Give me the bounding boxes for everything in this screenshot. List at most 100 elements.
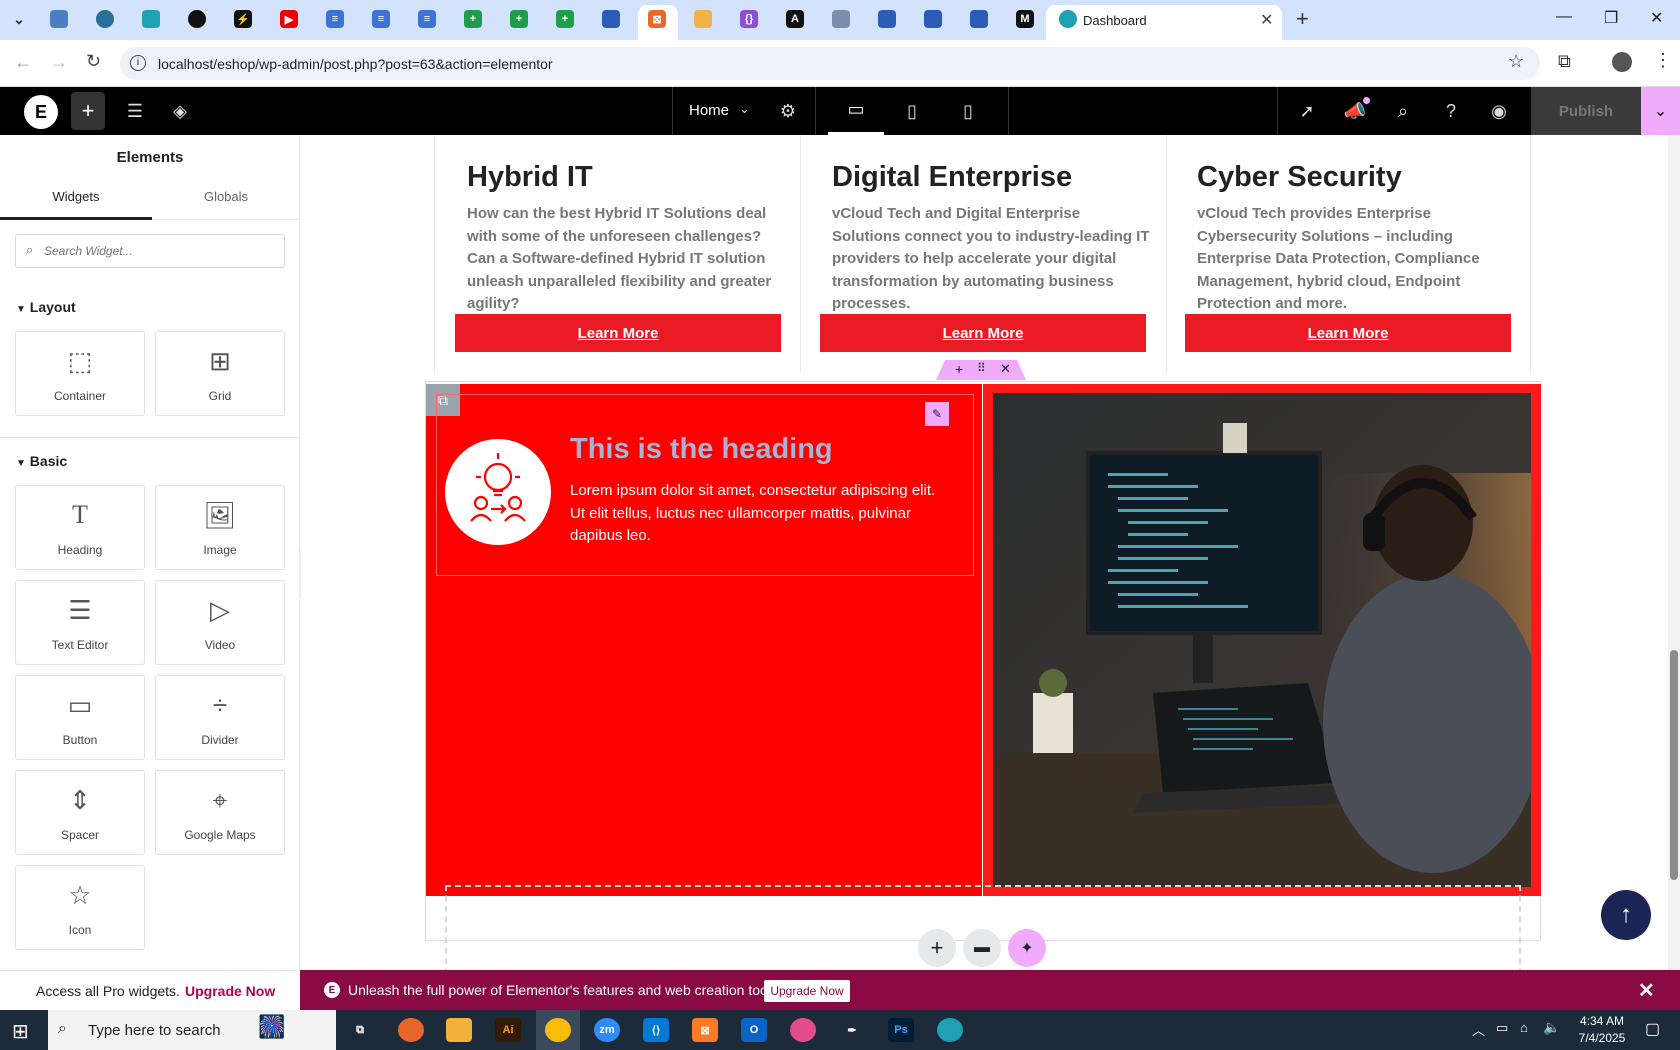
tab-favicon[interactable]: ≡ xyxy=(418,10,436,28)
restore-icon[interactable]: ❐ xyxy=(1604,8,1618,28)
tab-favicon[interactable]: + xyxy=(510,10,528,28)
tab-favicon[interactable]: ▶ xyxy=(280,10,298,28)
basic-section-header[interactable]: ▼ Basic xyxy=(16,453,67,469)
illustrator-icon[interactable]: Ai xyxy=(495,1018,521,1042)
learn-more-button[interactable]: Learn More xyxy=(455,314,781,352)
minimize-icon[interactable]: — xyxy=(1556,8,1572,26)
search-widget-input[interactable] xyxy=(44,241,274,261)
bookmark-star-icon[interactable]: ☆ xyxy=(1508,51,1524,72)
tab-favicon[interactable] xyxy=(142,10,160,28)
notification-center-icon[interactable]: ▢ xyxy=(1645,1019,1660,1039)
tab-favicon[interactable] xyxy=(188,10,206,28)
tab-favicon[interactable]: + xyxy=(464,10,482,28)
container-handle[interactable]: + ⠿ ✕ xyxy=(936,360,1026,380)
learn-more-button[interactable]: Learn More xyxy=(820,314,1146,352)
tab-favicon[interactable]: A xyxy=(786,10,804,28)
canvas-scrollbar-track[interactable] xyxy=(1668,135,1680,970)
widget-container[interactable]: ⬚ Container xyxy=(15,331,145,416)
creative-cloud-icon[interactable] xyxy=(790,1018,816,1042)
help-icon[interactable]: ? xyxy=(1436,87,1466,135)
network-icon[interactable]: ⌂ xyxy=(1520,1020,1528,1035)
extensions-icon[interactable]: ⧉ xyxy=(1558,51,1571,72)
tab-favicon[interactable] xyxy=(694,10,712,28)
publish-options-chevron-icon[interactable]: ⌄ xyxy=(1641,87,1680,135)
structure-layers-icon[interactable]: ◈ xyxy=(165,87,195,135)
dismiss-notice-icon[interactable]: ✕ xyxy=(1638,978,1655,1003)
tab-favicon[interactable] xyxy=(878,10,896,28)
taskbar-search-box[interactable]: ⌕ Type here to search 🎆 xyxy=(48,1010,336,1050)
task-view-icon[interactable]: ⧉ xyxy=(347,1018,373,1042)
add-element-icon[interactable]: + xyxy=(71,92,105,130)
tab-favicon[interactable] xyxy=(96,10,114,28)
chevron-down-icon[interactable]: ⌄ xyxy=(739,101,750,117)
widget-grid[interactable]: ⊞ Grid xyxy=(155,331,285,416)
pen-tool-icon[interactable]: ✒ xyxy=(839,1018,865,1042)
notice-upgrade-button[interactable]: Upgrade Now xyxy=(764,980,850,1002)
learn-more-button[interactable]: Learn More xyxy=(1185,314,1511,352)
forward-icon[interactable]: → xyxy=(50,52,68,73)
fireworks-news-icon[interactable]: 🎆 xyxy=(258,1014,285,1040)
widget-image[interactable]: 🖼 Image xyxy=(155,485,285,570)
tab-widgets[interactable]: Widgets xyxy=(0,189,152,220)
tab-favicon[interactable]: M xyxy=(1016,10,1034,28)
widget-icon[interactable]: ☆ Icon xyxy=(15,865,145,950)
tab-favicon[interactable]: + xyxy=(556,10,574,28)
layout-section-header[interactable]: ▼ Layout xyxy=(16,299,76,315)
firefox-icon[interactable] xyxy=(398,1018,424,1042)
photoshop-icon[interactable]: Ps xyxy=(888,1018,914,1042)
zoom-icon[interactable]: zm xyxy=(594,1018,620,1042)
developer-photo[interactable] xyxy=(993,393,1531,887)
file-explorer-icon[interactable] xyxy=(446,1018,472,1042)
tab-favicon[interactable]: ⚡ xyxy=(234,10,252,28)
template-library-folder-icon[interactable]: ▬ xyxy=(963,929,1001,967)
widget-divider[interactable]: ÷ Divider xyxy=(155,675,285,760)
back-icon[interactable]: ← xyxy=(14,52,32,73)
search-widget-field[interactable]: ⌕ xyxy=(15,234,285,268)
elementor-logo-icon[interactable]: E xyxy=(24,95,58,129)
tablet-view-icon[interactable]: ▯ xyxy=(884,87,940,135)
window-close-icon[interactable]: ✕ xyxy=(1650,8,1663,28)
volume-icon[interactable]: 🔈 xyxy=(1543,1019,1560,1036)
search-icon[interactable]: ⌕ xyxy=(1388,87,1418,135)
canvas-scrollbar-thumb[interactable] xyxy=(1670,650,1678,880)
settings-sliders-icon[interactable]: ☰ xyxy=(120,87,150,135)
tab-favicon[interactable] xyxy=(50,10,68,28)
add-container-icon[interactable]: + xyxy=(955,361,963,377)
vscode-icon[interactable]: ⟨⟩ xyxy=(643,1018,669,1042)
drag-handle-icon[interactable]: ⠿ xyxy=(977,361,986,375)
clock-date[interactable]: 7/4/2025 xyxy=(1572,1031,1632,1045)
widget-google-maps[interactable]: ⌖ Google Maps xyxy=(155,770,285,855)
widget-text-editor[interactable]: ☰ Text Editor xyxy=(15,580,145,665)
desktop-view-icon[interactable]: ▭ xyxy=(828,87,884,135)
tab-favicon[interactable] xyxy=(832,10,850,28)
scroll-to-top-icon[interactable]: ↑ xyxy=(1601,890,1651,940)
notifications-megaphone-icon[interactable]: 📣 xyxy=(1340,87,1370,135)
upgrade-now-link[interactable]: Upgrade Now xyxy=(185,983,275,999)
ai-sparkle-icon[interactable]: ✦ xyxy=(1008,929,1046,967)
page-settings-gear-icon[interactable]: ⚙ xyxy=(773,87,803,135)
site-settings-rocket-icon[interactable]: ➚ xyxy=(1292,87,1322,135)
edit-widget-pencil-icon[interactable]: ✎ xyxy=(925,402,949,426)
tab-dashboard[interactable] xyxy=(1046,5,1282,40)
url-text[interactable]: localhost/eshop/wp-admin/post.php?post=6… xyxy=(158,56,553,72)
preview-eye-icon[interactable]: ◉ xyxy=(1484,87,1514,135)
reload-icon[interactable]: ↻ xyxy=(86,51,101,72)
mobile-view-icon[interactable]: ▯ xyxy=(940,87,996,135)
browser-menu-icon[interactable]: ⋮ xyxy=(1654,50,1672,71)
tab-globals[interactable]: Globals xyxy=(152,189,300,220)
widget-button[interactable]: ▭ Button xyxy=(15,675,145,760)
add-section-icon[interactable]: + xyxy=(918,929,956,967)
tray-display-icon[interactable]: ▭ xyxy=(1496,1020,1508,1036)
tray-chevron-icon[interactable]: ︿ xyxy=(1472,1020,1485,1039)
tab-favicon[interactable] xyxy=(970,10,988,28)
tab-favicon[interactable]: ≡ xyxy=(372,10,390,28)
page-selector[interactable]: Home xyxy=(689,102,729,119)
site-info-icon[interactable]: i xyxy=(130,55,146,71)
windows-start-icon[interactable]: ⊞ xyxy=(12,1019,29,1044)
outlook-icon[interactable]: O xyxy=(741,1018,767,1042)
widget-heading[interactable]: T Heading xyxy=(15,485,145,570)
tab-favicon[interactable]: ⊠ xyxy=(648,10,666,28)
tab-favicon[interactable] xyxy=(924,10,942,28)
widget-video[interactable]: ▷ Video xyxy=(155,580,285,665)
tab-favicon[interactable]: ≡ xyxy=(326,10,344,28)
